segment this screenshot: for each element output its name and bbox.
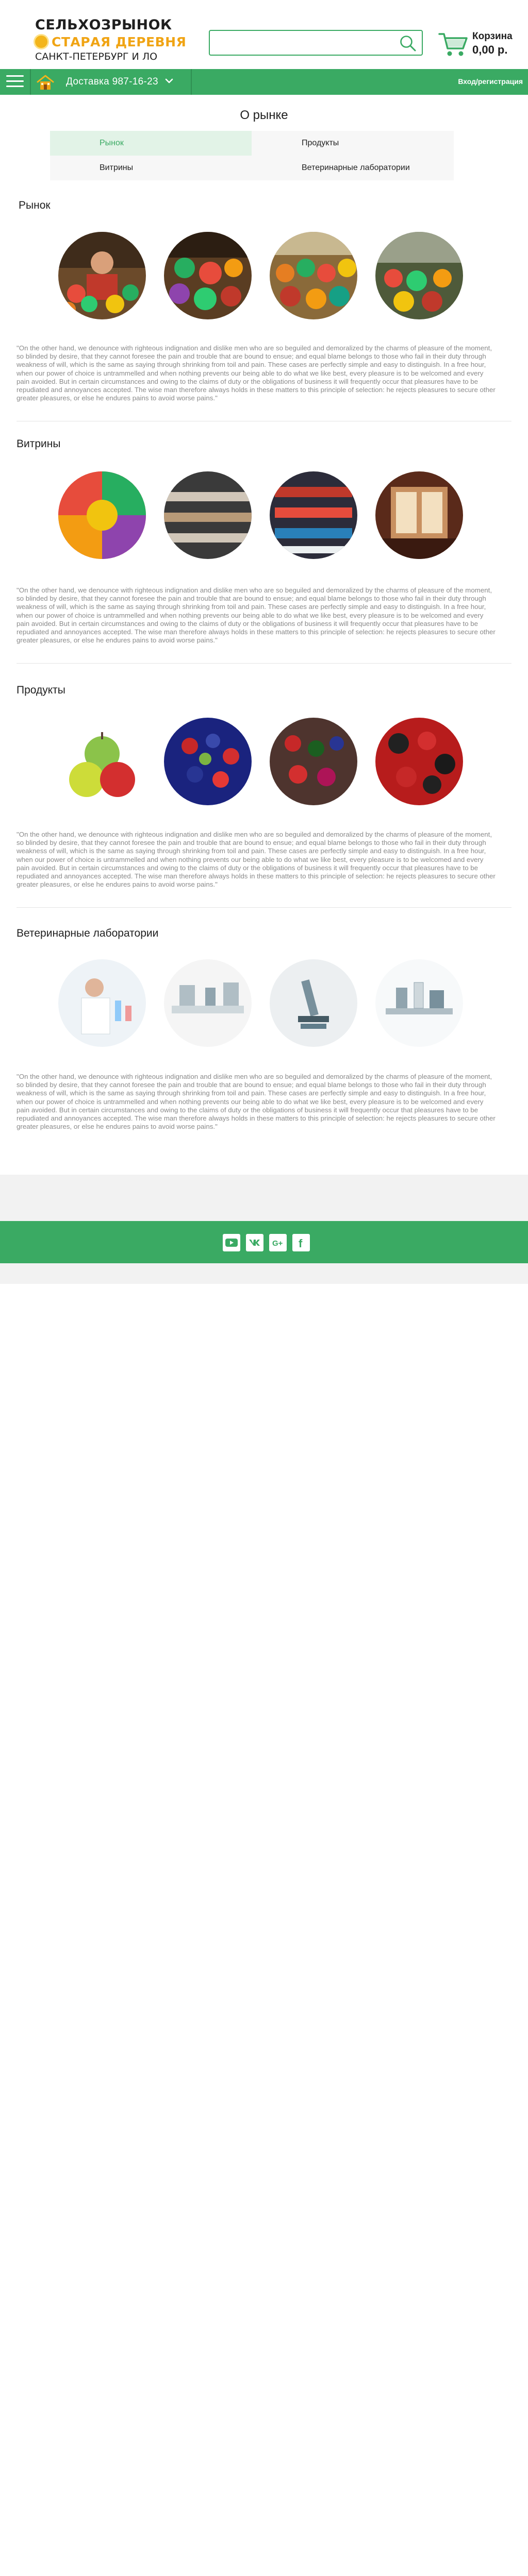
candy-display-photo[interactable]: [58, 471, 146, 559]
apples-photo[interactable]: [58, 718, 146, 805]
section-divider: [16, 663, 512, 664]
burger-menu-icon[interactable]: [6, 75, 24, 89]
lab-scientist-photo[interactable]: [58, 959, 146, 1047]
tab-market[interactable]: Рынок: [50, 131, 252, 156]
counter-display-photo[interactable]: [164, 471, 252, 559]
market-stall-photo[interactable]: [58, 232, 146, 319]
blackberries-raspberries-photo[interactable]: [375, 718, 463, 805]
products-description: "On the other hand, we denounce with rig…: [16, 831, 496, 889]
svg-text:f: f: [299, 1237, 303, 1250]
chevron-down-icon[interactable]: [164, 76, 174, 86]
berry-mix-photo[interactable]: [270, 718, 357, 805]
cart-icon[interactable]: [438, 31, 468, 58]
section-title-market: Рынок: [19, 199, 51, 211]
youtube-icon[interactable]: [223, 1234, 240, 1251]
footer-top: [0, 1175, 528, 1221]
produce-counter-photo[interactable]: [270, 232, 357, 319]
cart-total: 0,00 р.: [472, 43, 508, 56]
tab-products[interactable]: Продукты: [252, 131, 454, 156]
nav-divider: [191, 69, 192, 95]
storefront-photo[interactable]: [375, 471, 463, 559]
sun-icon: [35, 36, 47, 48]
microscope-photo[interactable]: [270, 959, 357, 1047]
search-input[interactable]: [215, 36, 390, 49]
market-description: "On the other hand, we denounce with rig…: [16, 344, 496, 402]
nav-divider: [30, 69, 31, 95]
cart-label: Корзина: [472, 31, 513, 42]
section-title-showcases: Витрины: [16, 438, 61, 450]
section-title-vet-labs: Ветеринарные лаборатории: [16, 927, 159, 939]
social-links: G+ f: [223, 1234, 310, 1252]
lab-interior-photo[interactable]: [164, 959, 252, 1047]
site-header: СЕЛЬХОЗРЫНОК СТАРАЯ ДЕРЕВНЯ САНКТ-ПЕТЕРБ…: [0, 0, 528, 69]
login-register-link[interactable]: Вход/регистрация: [458, 77, 523, 86]
search-icon[interactable]: [399, 35, 417, 52]
vegetable-stall-photo[interactable]: [164, 232, 252, 319]
logo-subtitle: СТАРАЯ ДЕРЕВНЯ: [35, 34, 190, 49]
market-hall-photo[interactable]: [375, 232, 463, 319]
footer-bottom: [0, 1263, 528, 1284]
search-bar: [209, 30, 423, 56]
logo-subtitle-text: СТАРАЯ ДЕРЕВНЯ: [52, 35, 187, 49]
google-plus-icon[interactable]: G+: [269, 1234, 287, 1251]
cart-widget[interactable]: Корзина 0,00 р.: [438, 29, 526, 60]
logo-city: САНКТ-ПЕТЕРБУРГ И ЛО: [35, 51, 158, 62]
facebook-icon[interactable]: f: [292, 1234, 310, 1251]
berries-photo[interactable]: [164, 718, 252, 805]
showcases-gallery: [58, 471, 466, 559]
tab-vet-labs[interactable]: Ветеринарные лаборатории: [252, 156, 454, 180]
products-gallery: [58, 718, 466, 805]
vet-labs-description: "On the other hand, we denounce with rig…: [16, 1073, 496, 1131]
logo-title: СЕЛЬХОЗРЫНОК: [35, 17, 172, 33]
section-title-products: Продукты: [16, 684, 65, 696]
home-icon[interactable]: [36, 74, 55, 91]
tab-showcases[interactable]: Витрины: [50, 156, 252, 180]
shop-shelves-photo[interactable]: [270, 471, 357, 559]
lab-equipment-photo[interactable]: [375, 959, 463, 1047]
section-tabs: Рынок Продукты Витрины Ветеринарные лабо…: [50, 131, 454, 180]
section-divider: [16, 907, 512, 908]
main-navbar: Доставка 987-16-23 Вход/регистрация: [0, 69, 528, 95]
svg-text:G+: G+: [272, 1239, 283, 1248]
vk-icon[interactable]: [246, 1234, 263, 1251]
showcases-description: "On the other hand, we denounce with rig…: [16, 586, 496, 645]
vet-labs-gallery: [58, 959, 466, 1047]
site-logo[interactable]: СЕЛЬХОЗРЫНОК СТАРАЯ ДЕРЕВНЯ САНКТ-ПЕТЕРБ…: [35, 18, 190, 64]
market-gallery: [58, 232, 466, 319]
page-title: О рынке: [240, 108, 288, 122]
delivery-phone[interactable]: Доставка 987-16-23: [66, 76, 158, 88]
